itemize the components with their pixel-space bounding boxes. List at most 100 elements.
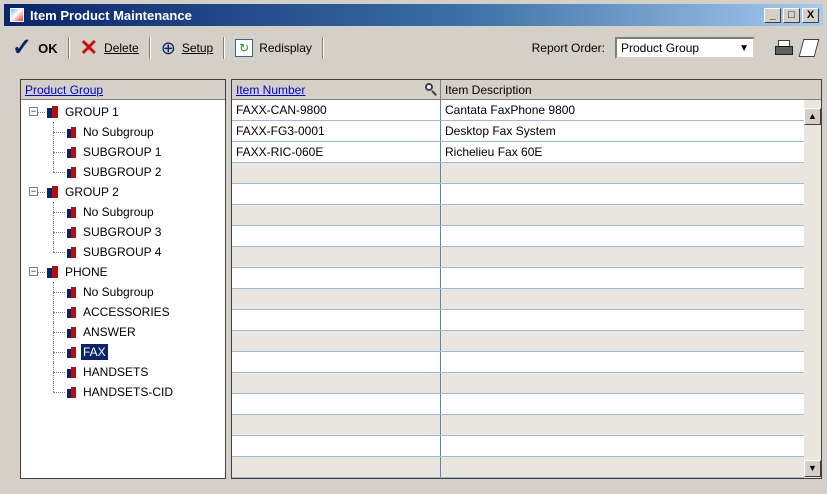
tree-node-label[interactable]: FAX [81,344,108,360]
delete-button[interactable]: ✕ Delete [72,34,147,62]
collapse-icon[interactable]: − [29,267,38,276]
tree-subgroup-node[interactable]: No Subgroup [21,202,225,222]
item-number-cell[interactable] [232,226,441,246]
table-row[interactable] [232,226,804,247]
maximize-button[interactable]: □ [783,7,800,23]
table-row[interactable]: FAXX-RIC-060E Richelieu Fax 60E [232,142,804,163]
item-number-cell[interactable] [232,247,441,267]
table-row[interactable] [232,184,804,205]
redisplay-button[interactable]: ↻ Redisplay [227,34,320,62]
item-number-cell[interactable] [232,352,441,372]
tree-node-label[interactable]: ACCESSORIES [81,304,172,320]
table-row[interactable]: FAXX-CAN-9800 Cantata FaxPhone 9800 [232,100,804,121]
tree-group-node[interactable]: − GROUP 2 [21,182,225,202]
table-row[interactable] [232,163,804,184]
tree-node-label[interactable]: SUBGROUP 1 [81,144,163,160]
item-description-cell[interactable] [441,457,804,477]
tree-node-label[interactable]: GROUP 2 [63,184,121,200]
tree-node-label[interactable]: SUBGROUP 4 [81,244,163,260]
item-description-cell[interactable] [441,352,804,372]
item-number-cell[interactable] [232,310,441,330]
report-order-select[interactable]: Product Group ▼ [615,37,755,59]
item-number-cell[interactable] [232,205,441,225]
item-number-cell[interactable] [232,415,441,435]
item-description-cell[interactable]: Desktop Fax System [441,121,804,141]
table-row[interactable] [232,268,804,289]
tree-subgroup-node[interactable]: No Subgroup [21,122,225,142]
tree-subgroup-node[interactable]: No Subgroup [21,282,225,302]
tree-subgroup-node[interactable]: SUBGROUP 2 [21,162,225,182]
item-number-cell[interactable] [232,373,441,393]
tree-subgroup-node[interactable]: ANSWER [21,322,225,342]
table-row[interactable]: FAXX-FG3-0001 Desktop Fax System [232,121,804,142]
tree-node-label[interactable]: PHONE [63,264,110,280]
item-description-cell[interactable] [441,163,804,183]
tree-group-node[interactable]: − GROUP 1 [21,102,225,122]
tree-subgroup-node[interactable]: FAX [21,342,225,362]
item-number-cell[interactable] [232,184,441,204]
item-description-cell[interactable]: Cantata FaxPhone 9800 [441,100,804,120]
tree-node-label[interactable]: ANSWER [81,324,138,340]
collapse-icon[interactable]: − [29,107,38,116]
item-number-cell[interactable]: FAXX-FG3-0001 [232,121,441,141]
table-row[interactable] [232,457,804,478]
item-number-cell[interactable] [232,163,441,183]
tree-subgroup-node[interactable]: HANDSETS-CID [21,382,225,402]
item-number-cell[interactable] [232,436,441,456]
tree-subgroup-node[interactable]: SUBGROUP 3 [21,222,225,242]
table-row[interactable] [232,415,804,436]
lookup-icon[interactable] [424,82,438,96]
item-description-cell[interactable] [441,394,804,414]
item-description-cell[interactable] [441,331,804,351]
close-button[interactable]: X [802,7,819,23]
item-number-cell[interactable] [232,331,441,351]
column-header-item-number[interactable]: Item Number [232,80,441,99]
item-description-cell[interactable] [441,436,804,456]
item-description-cell[interactable] [441,205,804,225]
scroll-down-icon[interactable]: ▼ [804,460,821,477]
tree-node-label[interactable]: HANDSETS-CID [81,384,175,400]
table-row[interactable] [232,373,804,394]
item-number-cell[interactable]: FAXX-CAN-9800 [232,100,441,120]
table-row[interactable] [232,352,804,373]
tree-node-label[interactable]: No Subgroup [81,124,156,140]
tree-node-label[interactable]: GROUP 1 [63,104,121,120]
tree-node-label[interactable]: No Subgroup [81,284,156,300]
tree-node-label[interactable]: SUBGROUP 2 [81,164,163,180]
tree-node-label[interactable]: HANDSETS [81,364,150,380]
item-number-cell[interactable]: FAXX-RIC-060E [232,142,441,162]
product-group-header-link[interactable]: Product Group [25,83,103,97]
tree-subgroup-node[interactable]: HANDSETS [21,362,225,382]
tree-node-label[interactable]: SUBGROUP 3 [81,224,163,240]
tree-subgroup-node[interactable]: SUBGROUP 4 [21,242,225,262]
table-row[interactable] [232,394,804,415]
item-number-header-link[interactable]: Item Number [236,83,305,97]
item-description-cell[interactable] [441,184,804,204]
item-number-cell[interactable] [232,394,441,414]
item-description-cell[interactable] [441,247,804,267]
table-row[interactable] [232,436,804,457]
item-description-cell[interactable] [441,268,804,288]
collapse-icon[interactable]: − [29,187,38,196]
tree-node-label[interactable]: No Subgroup [81,204,156,220]
item-description-cell[interactable] [441,373,804,393]
item-number-cell[interactable] [232,268,441,288]
vertical-scrollbar[interactable]: ▲ ▼ [804,100,821,478]
item-number-cell[interactable] [232,289,441,309]
table-row[interactable] [232,205,804,226]
item-description-cell[interactable] [441,289,804,309]
table-row[interactable] [232,289,804,310]
item-description-cell[interactable] [441,415,804,435]
table-row[interactable] [232,310,804,331]
eraser-icon[interactable] [798,39,820,57]
minimize-button[interactable]: _ [764,7,781,23]
scroll-up-icon[interactable]: ▲ [804,108,821,125]
print-icon[interactable] [773,39,795,57]
item-number-cell[interactable] [232,457,441,477]
item-description-cell[interactable] [441,226,804,246]
item-description-cell[interactable]: Richelieu Fax 60E [441,142,804,162]
ok-button[interactable]: ✓ OK [4,34,66,62]
tree-group-node[interactable]: − PHONE [21,262,225,282]
item-description-cell[interactable] [441,310,804,330]
table-row[interactable] [232,247,804,268]
